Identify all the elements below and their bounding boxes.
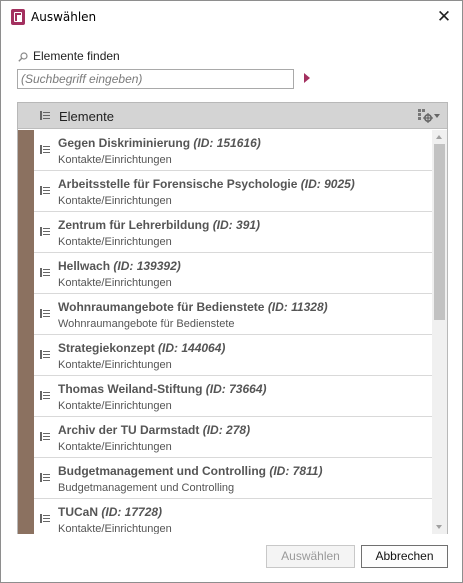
- list-item[interactable]: Strategiekonzept (ID: 144064) Kontakte/E…: [18, 335, 432, 376]
- list-item-title: Wohnraumangebote für Bedienstete (ID: 11…: [58, 300, 328, 314]
- list-item-icon: [40, 350, 50, 359]
- list-settings-icon[interactable]: [417, 108, 441, 124]
- scroll-down-icon[interactable]: [432, 520, 447, 534]
- row-marker: [18, 499, 34, 534]
- list-item-title: Arbeitsstelle für Forensische Psychologi…: [58, 177, 355, 191]
- search-input[interactable]: [17, 69, 294, 89]
- list-item[interactable]: Arbeitsstelle für Forensische Psychologi…: [18, 171, 432, 212]
- search-icon: [18, 52, 28, 62]
- list-item-icon: [40, 432, 50, 441]
- list-item[interactable]: Thomas Weiland-Stiftung (ID: 73664) Kont…: [18, 376, 432, 417]
- list-item-icon: [40, 309, 50, 318]
- scroll-up-icon[interactable]: [432, 130, 447, 144]
- list-item-title: TUCaN (ID: 17728): [58, 505, 163, 519]
- row-marker: [18, 130, 34, 171]
- list-item-id: (ID: 151616): [193, 136, 261, 150]
- list-item-id: (ID: 7811): [269, 464, 323, 478]
- list-item-icon: [40, 473, 50, 482]
- dialog-title: Auswählen: [31, 10, 97, 24]
- list-item-subtitle: Kontakte/Einrichtungen: [58, 523, 172, 534]
- list-item-title: Zentrum für Lehrerbildung (ID: 391): [58, 218, 261, 232]
- list-item-id: (ID: 11328): [267, 300, 328, 314]
- list-item[interactable]: Wohnraumangebote für Bedienstete (ID: 11…: [18, 294, 432, 335]
- list-item-subtitle: Kontakte/Einrichtungen: [58, 154, 172, 166]
- list-item-title: Budgetmanagement und Controlling (ID: 78…: [58, 464, 323, 478]
- list-item-icon: [40, 145, 50, 154]
- row-marker: [18, 212, 34, 253]
- list-item-icon: [40, 514, 50, 523]
- list-icon: [40, 111, 50, 120]
- list-item[interactable]: Zentrum für Lehrerbildung (ID: 391) Kont…: [18, 212, 432, 253]
- list-item-title: Gegen Diskriminierung (ID: 151616): [58, 136, 261, 150]
- list-item-id: (ID: 73664): [205, 382, 267, 396]
- list-item-title: Hellwach (ID: 139392): [58, 259, 181, 273]
- list-item-id: (ID: 9025): [300, 177, 355, 191]
- list-item-icon: [40, 227, 50, 236]
- list-item-subtitle: Kontakte/Einrichtungen: [58, 277, 172, 289]
- list-header: Elemente: [18, 103, 447, 129]
- app-icon: [11, 9, 25, 25]
- row-marker: [18, 294, 34, 335]
- list-item-title: Archiv der TU Darmstadt (ID: 278): [58, 423, 251, 437]
- list-item-subtitle: Budgetmanagement und Controlling: [58, 482, 235, 494]
- list-item-id: (ID: 278): [202, 423, 251, 437]
- list-item-id: (ID: 139392): [113, 259, 181, 273]
- list-item-id: (ID: 391): [212, 218, 261, 232]
- search-label: Elemente finden: [33, 49, 120, 63]
- list-item-id: (ID: 17728): [101, 505, 163, 519]
- cancel-button[interactable]: Abbrechen: [361, 545, 448, 568]
- list-item-subtitle: Wohnraumangebote für Bedienstete: [58, 318, 235, 330]
- list-item[interactable]: TUCaN (ID: 17728) Kontakte/Einrichtungen: [18, 499, 432, 534]
- row-marker: [18, 171, 34, 212]
- list-item-subtitle: Kontakte/Einrichtungen: [58, 441, 172, 453]
- list-item-subtitle: Kontakte/Einrichtungen: [58, 195, 172, 207]
- list-item[interactable]: Budgetmanagement und Controlling (ID: 78…: [18, 458, 432, 499]
- list-item-icon: [40, 268, 50, 277]
- row-marker: [18, 253, 34, 294]
- row-marker: [18, 376, 34, 417]
- list-item[interactable]: Hellwach (ID: 139392) Kontakte/Einrichtu…: [18, 253, 432, 294]
- elements-list: Gegen Diskriminierung (ID: 151616) Konta…: [18, 130, 432, 534]
- row-marker: [18, 417, 34, 458]
- title-bar: Auswählen ✕: [1, 1, 462, 33]
- select-dialog: Auswählen ✕ Elemente finden Elemente: [0, 0, 463, 583]
- list-item-id: (ID: 144064): [158, 341, 226, 355]
- row-marker: [18, 335, 34, 376]
- list-item-title: Strategiekonzept (ID: 144064): [58, 341, 226, 355]
- list-item-title: Thomas Weiland-Stiftung (ID: 73664): [58, 382, 267, 396]
- select-button[interactable]: Auswählen: [266, 545, 355, 568]
- list-item-subtitle: Kontakte/Einrichtungen: [58, 400, 172, 412]
- list-item-subtitle: Kontakte/Einrichtungen: [58, 359, 172, 371]
- list-item[interactable]: Gegen Diskriminierung (ID: 151616) Konta…: [18, 130, 432, 171]
- scroll-thumb[interactable]: [434, 144, 445, 320]
- list-item-icon: [40, 186, 50, 195]
- elements-panel: Elemente Gegen Diskriminierung (ID: 1516…: [17, 102, 448, 534]
- list-item-icon: [40, 391, 50, 400]
- list-header-label: Elemente: [59, 109, 114, 124]
- row-marker: [18, 458, 34, 499]
- list-item-subtitle: Kontakte/Einrichtungen: [58, 236, 172, 248]
- list-scrollbar[interactable]: [432, 130, 447, 534]
- search-go-arrow-icon[interactable]: [304, 73, 310, 83]
- list-item[interactable]: Archiv der TU Darmstadt (ID: 278) Kontak…: [18, 417, 432, 458]
- close-icon[interactable]: ✕: [430, 3, 458, 31]
